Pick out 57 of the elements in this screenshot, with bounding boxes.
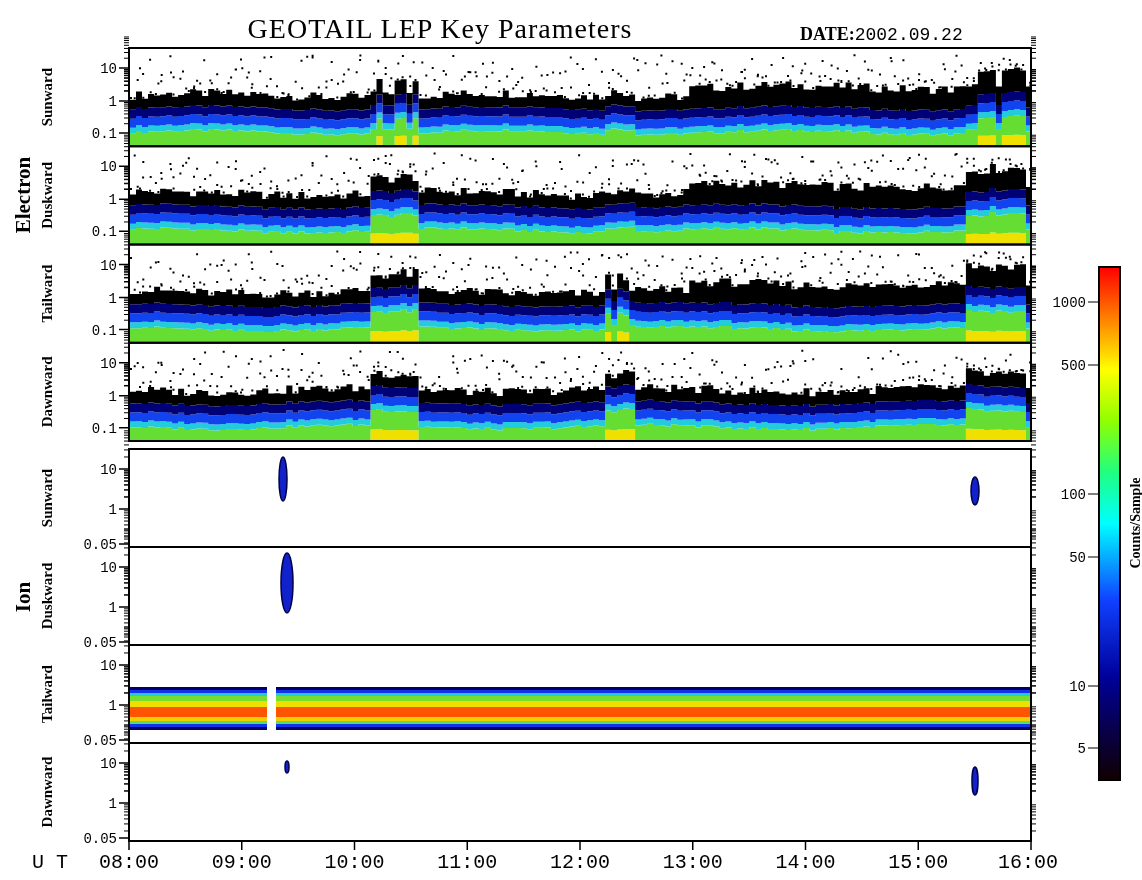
y-tick-label: 10	[100, 355, 117, 372]
colorbar-tick-label: 1000	[1052, 295, 1086, 311]
y-tick-label: 0.1	[91, 420, 117, 437]
particle-burst	[278, 456, 288, 502]
colorbar-tick-label: 5	[1077, 741, 1086, 757]
y-tick-label: 10	[100, 159, 117, 176]
particle-burst	[970, 476, 980, 506]
time-tick-label: 16:00	[998, 851, 1058, 874]
y-tick-label: 10	[100, 257, 117, 274]
panel-label: Dawnward	[39, 356, 55, 428]
panel-label: Dawnward	[39, 756, 55, 828]
y-tick-label: 1	[108, 192, 117, 209]
y-tick-label: 0.05	[83, 537, 117, 553]
y-tick-label: 0.05	[83, 831, 117, 847]
y-tick-label: 0.1	[91, 224, 117, 241]
y-tick-label: 10	[100, 61, 117, 77]
panel-label: Duskward	[39, 562, 55, 630]
y-tick-label: 1	[108, 388, 117, 405]
time-tick-label: 10:00	[324, 851, 385, 874]
panel-label: Tailward	[39, 264, 55, 323]
y-tick-label: 0.1	[91, 322, 117, 339]
time-tick-label: 11:00	[437, 851, 498, 874]
colorbar-tick-label: 500	[1060, 358, 1086, 374]
y-tick-label: 10	[100, 560, 117, 576]
particle-burst	[971, 766, 979, 796]
y-tick-label: 1	[108, 290, 117, 307]
time-tick-label: 08:00	[99, 851, 159, 874]
panel-label: Sunward	[39, 67, 55, 127]
y-tick-label: 0.1	[91, 126, 117, 142]
group-label: Ion	[11, 581, 35, 613]
panel-label: Sunward	[39, 468, 55, 528]
panel-label: Duskward	[39, 162, 55, 229]
y-tick-label: 0.05	[83, 733, 117, 749]
colorbar-tick-label: 50	[1069, 550, 1086, 566]
y-tick-label: 10	[100, 462, 117, 478]
time-tick-label: 09:00	[211, 851, 272, 874]
colorbar-tick-label: 100	[1060, 487, 1086, 503]
particle-burst	[284, 760, 290, 774]
y-tick-label: 1	[108, 94, 117, 110]
particle-burst	[280, 552, 294, 614]
panel-label: Tailward	[39, 665, 55, 723]
colorbar-tick-label: 10	[1069, 679, 1086, 695]
time-tick-label: 12:00	[550, 851, 610, 874]
plot-title: GEOTAIL LEP Key Parameters	[247, 13, 633, 44]
y-tick-label: 1	[108, 600, 117, 616]
y-tick-label: 1	[108, 796, 117, 812]
y-tick-label: 1	[108, 698, 117, 714]
time-tick-label: 13:00	[662, 851, 723, 874]
y-tick-label: 10	[100, 658, 117, 674]
time-tick-label: 14:00	[775, 851, 836, 874]
group-label: Electron	[11, 156, 35, 234]
y-tick-label: 0.05	[83, 635, 117, 651]
time-axis-label: U T	[32, 851, 68, 874]
time-tick-label: 15:00	[888, 851, 949, 874]
y-tick-label: 1	[108, 502, 117, 518]
date-label: DATE:2002.09.22	[800, 24, 963, 45]
y-tick-label: 10	[100, 756, 117, 772]
